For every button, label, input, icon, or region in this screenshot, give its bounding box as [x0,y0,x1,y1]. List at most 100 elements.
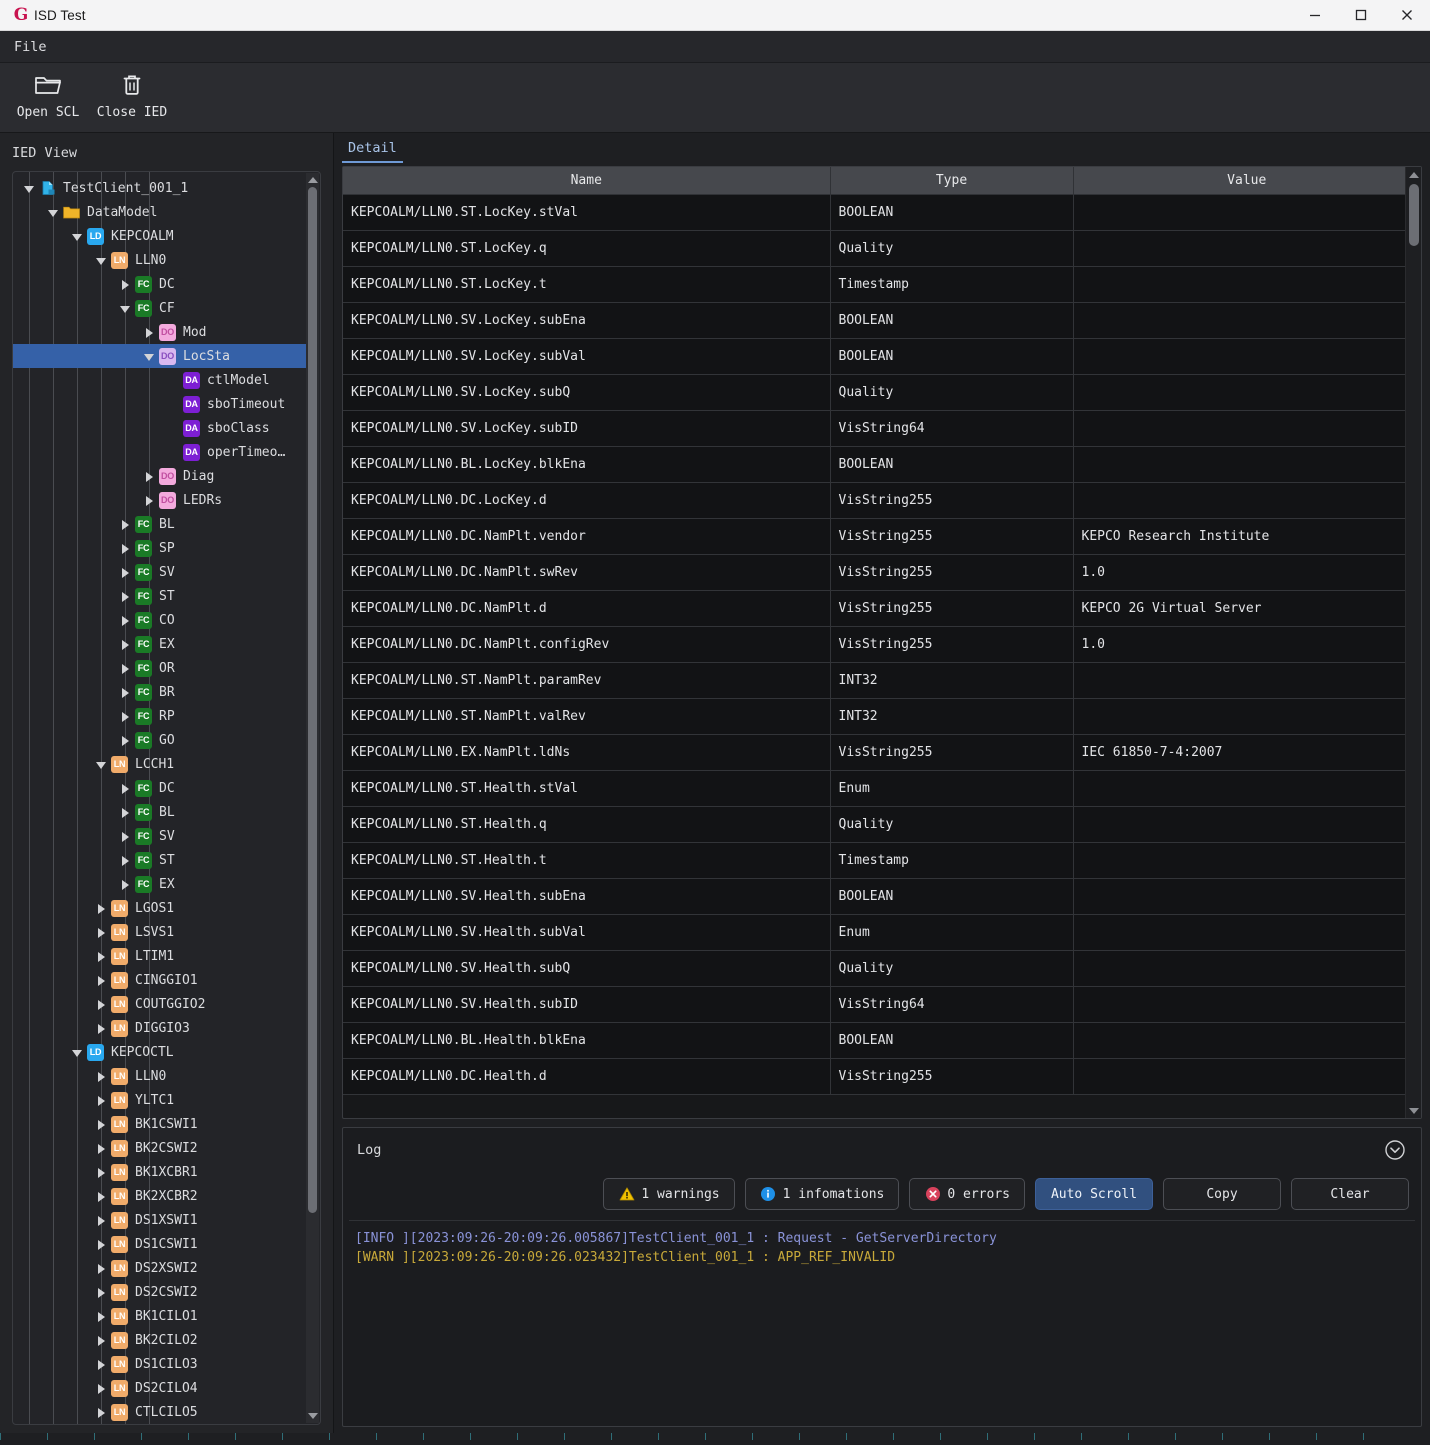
open-scl-button[interactable]: Open SCL [6,63,90,129]
tree-expand-arrow-right-icon[interactable] [119,878,132,891]
table-row[interactable]: KEPCOALM/LLN0.ST.LocKey.t Timestamp [343,266,1421,303]
tree-item-ds1xswi1[interactable]: LN DS1XSWI1 [13,1208,306,1232]
errors-badge[interactable]: 0 errors [909,1178,1025,1210]
tree-item-diggio3[interactable]: LN DIGGIO3 [13,1016,306,1040]
tree-expand-arrow-right-icon[interactable] [95,1190,108,1203]
tree-item-lln0[interactable]: LN LLN0 [13,248,306,272]
tree-expand-arrow-right-icon[interactable] [95,998,108,1011]
tree-item-dc[interactable]: FC DC [13,776,306,800]
table-row[interactable]: KEPCOALM/LLN0.BL.LocKey.blkEna BOOLEAN [343,446,1421,483]
detail-scrollbar-thumb[interactable] [1408,184,1419,246]
tree-item-sv[interactable]: FC SV [13,560,306,584]
tree-item-ex[interactable]: FC EX [13,632,306,656]
tree-item-ds2cswi2[interactable]: LN DS2CSWI2 [13,1280,306,1304]
tree-expand-arrow-right-icon[interactable] [119,566,132,579]
tree-expand-arrow-right-icon[interactable] [143,470,156,483]
table-row[interactable]: KEPCOALM/LLN0.SV.Health.subID VisString64 [343,986,1421,1023]
minimize-button[interactable] [1292,0,1338,31]
table-row[interactable]: KEPCOALM/LLN0.SV.Health.subEna BOOLEAN [343,878,1421,915]
detail-scroll-down-arrow-icon[interactable] [1406,1103,1422,1118]
tree-expand-arrow-right-icon[interactable] [95,1214,108,1227]
chevron-down-circle-icon[interactable] [1383,1138,1407,1162]
tree-expand-arrow-right-icon[interactable] [95,1022,108,1035]
tree-expand-arrow-right-icon[interactable] [95,1142,108,1155]
tree-item-co[interactable]: FC CO [13,608,306,632]
table-row[interactable]: KEPCOALM/LLN0.ST.NamPlt.paramRev INT32 [343,662,1421,699]
tree-expand-arrow-right-icon[interactable] [95,1286,108,1299]
tree-expand-arrow-right-icon[interactable] [119,686,132,699]
tree-expand-arrow-right-icon[interactable] [119,278,132,291]
table-row[interactable]: KEPCOALM/LLN0.DC.Health.d VisString255 [343,1058,1421,1095]
close-button[interactable] [1384,0,1430,31]
tree-expand-arrow-right-icon[interactable] [119,542,132,555]
table-row[interactable]: KEPCOALM/LLN0.DC.NamPlt.d VisString255 KEP… [343,590,1421,627]
column-header-value[interactable]: Value [1073,167,1421,195]
tree-item-bk2cilo2[interactable]: LN BK2CILO2 [13,1328,306,1352]
tree-item-ctlmodel[interactable]: DA ctlModel [13,368,306,392]
tree-item-bk2xcbr2[interactable]: LN BK2XCBR2 [13,1184,306,1208]
tree-item-locsta[interactable]: DO LocSta [13,344,306,368]
tree-expand-arrow-down-icon[interactable] [71,230,84,243]
tree-expand-arrow-right-icon[interactable] [119,806,132,819]
tree-item-st[interactable]: FC ST [13,584,306,608]
table-row[interactable]: KEPCOALM/LLN0.DC.NamPlt.swRev VisString25… [343,554,1421,591]
tree-item-lln0[interactable]: LN LLN0 [13,1064,306,1088]
tree-item-sbotimeout[interactable]: DA sboTimeout [13,392,306,416]
tree-expand-arrow-right-icon[interactable] [143,326,156,339]
tree-scrollbar-track[interactable] [306,187,319,1409]
table-row[interactable]: KEPCOALM/LLN0.ST.Health.stVal Enum [343,770,1421,807]
warnings-badge[interactable]: 1 warnings [603,1178,735,1210]
tree-item-ctlcilo5[interactable]: LN CTLCILO5 [13,1400,306,1424]
tree-item-bk1xcbr1[interactable]: LN BK1XCBR1 [13,1160,306,1184]
tree-expand-arrow-down-icon[interactable] [95,758,108,771]
table-row[interactable]: KEPCOALM/LLN0.SV.LocKey.subEna BOOLEAN [343,302,1421,339]
tree-scrollbar[interactable] [306,173,319,1423]
tree-expand-arrow-right-icon[interactable] [95,950,108,963]
auto-scroll-button[interactable]: Auto Scroll [1035,1178,1153,1210]
tree-item-cinggio1[interactable]: LN CINGGIO1 [13,968,306,992]
tree-expand-arrow-right-icon[interactable] [119,782,132,795]
table-row[interactable]: KEPCOALM/LLN0.ST.LocKey.stVal BOOLEAN [343,194,1421,231]
log-output[interactable]: [INFO ][2023:09:26-20:09:26.005867]TestC… [349,1220,1415,1420]
tree-item-dc[interactable]: FC DC [13,272,306,296]
tree-item-mod[interactable]: DO Mod [13,320,306,344]
detail-scrollbar-track[interactable] [1406,182,1422,1103]
tree-item-lcch1[interactable]: LN LCCH1 [13,752,306,776]
table-row[interactable]: KEPCOALM/LLN0.ST.Health.q Quality [343,806,1421,843]
tree-item-cf[interactable]: FC CF [13,296,306,320]
tree-expand-arrow-right-icon[interactable] [95,1262,108,1275]
table-row[interactable]: KEPCOALM/LLN0.DC.NamPlt.vendor VisString2… [343,518,1421,555]
tree-item-yltc1[interactable]: LN YLTC1 [13,1088,306,1112]
tree-item-lsvs1[interactable]: LN LSVS1 [13,920,306,944]
clear-button[interactable]: Clear [1291,1178,1409,1210]
tree-expand-arrow-right-icon[interactable] [95,974,108,987]
table-row[interactable]: KEPCOALM/LLN0.DC.NamPlt.configRev VisStri… [343,626,1421,663]
tree-expand-arrow-right-icon[interactable] [119,518,132,531]
tree-item-ds1cilo3[interactable]: LN DS1CILO3 [13,1352,306,1376]
table-row[interactable]: KEPCOALM/LLN0.DC.LocKey.d VisString255 [343,482,1421,519]
table-row[interactable]: KEPCOALM/LLN0.ST.NamPlt.valRev INT32 [343,698,1421,735]
ied-tree[interactable]: TestClient_001_1 DataModel LD KEPCOALM LN LLN… [13,172,306,1424]
tree-item-bl[interactable]: FC BL [13,512,306,536]
tree-expand-arrow-right-icon[interactable] [119,854,132,867]
tree-item-st[interactable]: FC ST [13,848,306,872]
tree-item-ds2cilo4[interactable]: LN DS2CILO4 [13,1376,306,1400]
tree-item-ex[interactable]: FC EX [13,872,306,896]
tree-item-sv[interactable]: FC SV [13,824,306,848]
maximize-button[interactable] [1338,0,1384,31]
table-row[interactable]: KEPCOALM/LLN0.SV.Health.subVal Enum [343,914,1421,951]
tree-item-or[interactable]: FC OR [13,656,306,680]
tree-expand-arrow-right-icon[interactable] [119,734,132,747]
tree-expand-arrow-down-icon[interactable] [47,206,60,219]
tree-expand-arrow-right-icon[interactable] [119,638,132,651]
tree-expand-arrow-right-icon[interactable] [95,1406,108,1419]
table-row[interactable]: KEPCOALM/LLN0.ST.Health.t Timestamp [343,842,1421,879]
tree-expand-arrow-right-icon[interactable] [95,1358,108,1371]
tree-item-testclient-001-1[interactable]: TestClient_001_1 [13,176,306,200]
tree-item-kepcoctl[interactable]: LD KEPCOCTL [13,1040,306,1064]
menu-item-file[interactable]: File [4,31,57,63]
tree-expand-arrow-down-icon[interactable] [71,1046,84,1059]
tree-item-rp[interactable]: FC RP [13,704,306,728]
copy-button[interactable]: Copy [1163,1178,1281,1210]
tree-item-datamodel[interactable]: DataModel [13,200,306,224]
